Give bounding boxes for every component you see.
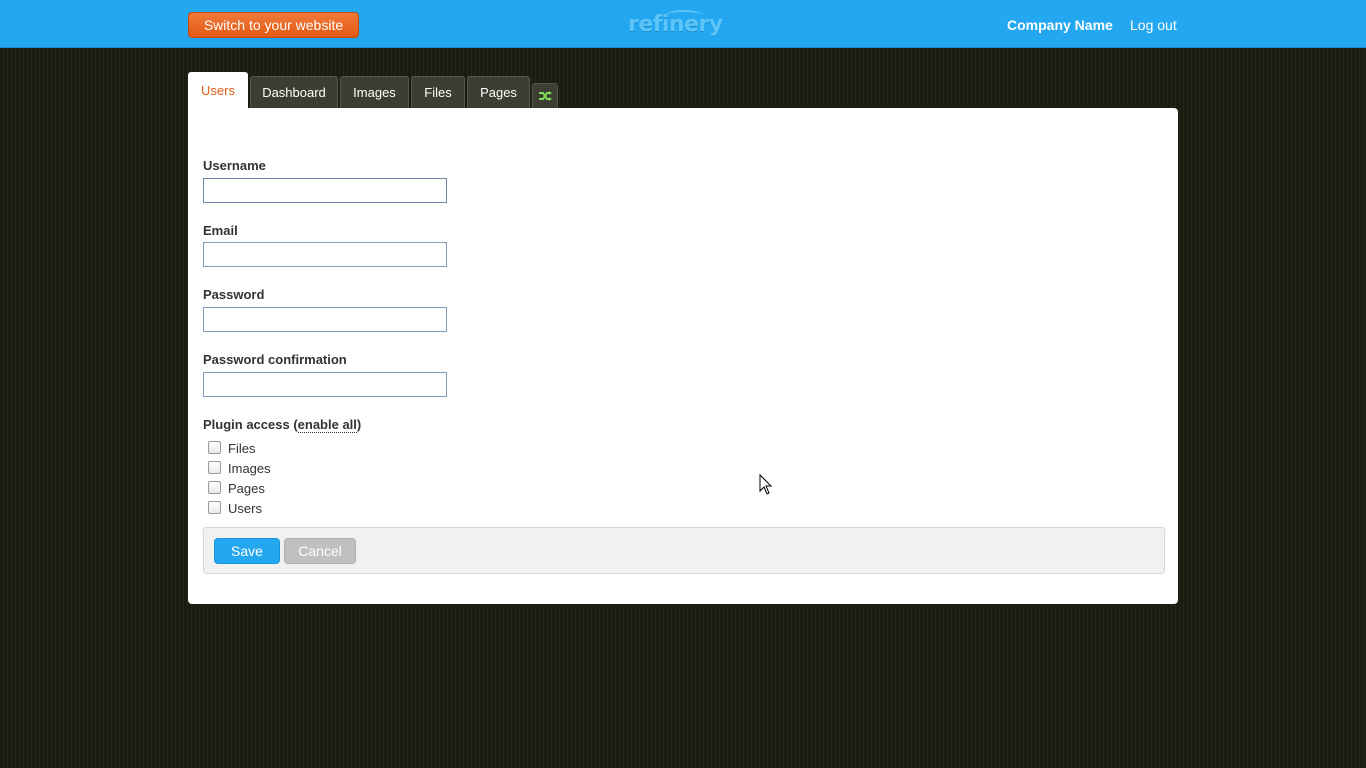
files-checkbox-label[interactable]: Files [228,440,255,458]
logo-swoosh-icon [666,10,702,20]
save-button[interactable]: Save [214,538,280,564]
switch-to-website-button[interactable]: Switch to your website [188,12,359,38]
username-field[interactable] [203,178,447,203]
password-field[interactable] [203,307,447,332]
form-actions: Save Cancel [203,527,1165,574]
pages-checkbox[interactable] [208,481,221,494]
password-confirmation-field[interactable] [203,372,447,397]
tab-pages[interactable]: Pages [467,76,530,108]
top-bar: Switch to your website refinery Company … [0,0,1366,48]
plugin-access-text: Plugin access ( [203,417,298,432]
enable-all-link[interactable]: enable all [297,417,357,433]
plugin-access-close: ) [356,417,362,432]
username-label: Username [203,158,266,173]
plugin-access-label: Plugin access (enable all) [203,417,362,433]
users-checkbox-label[interactable]: Users [228,500,262,518]
refinery-logo[interactable]: refinery [628,8,728,42]
company-name-link[interactable]: Company Name [1007,16,1113,34]
logout-link[interactable]: Log out [1130,16,1177,34]
images-checkbox[interactable] [208,461,221,474]
tab-dashboard[interactable]: Dashboard [250,76,338,108]
tab-images[interactable]: Images [340,76,409,108]
mouse-pointer-icon [759,474,773,495]
user-form-panel: Username Email Password Password confirm… [188,108,1178,604]
files-checkbox[interactable] [208,441,221,454]
tab-files[interactable]: Files [411,76,465,108]
reorder-icon [539,91,552,101]
cancel-button[interactable]: Cancel [284,538,356,564]
password-label: Password [203,287,265,302]
tab-users[interactable]: Users [188,72,248,109]
users-checkbox[interactable] [208,501,221,514]
email-label: Email [203,223,238,238]
password-confirmation-label: Password confirmation [203,352,347,367]
pages-checkbox-label[interactable]: Pages [228,480,265,498]
tab-reorder-button[interactable] [532,83,558,108]
images-checkbox-label[interactable]: Images [228,460,271,478]
email-field[interactable] [203,242,447,267]
